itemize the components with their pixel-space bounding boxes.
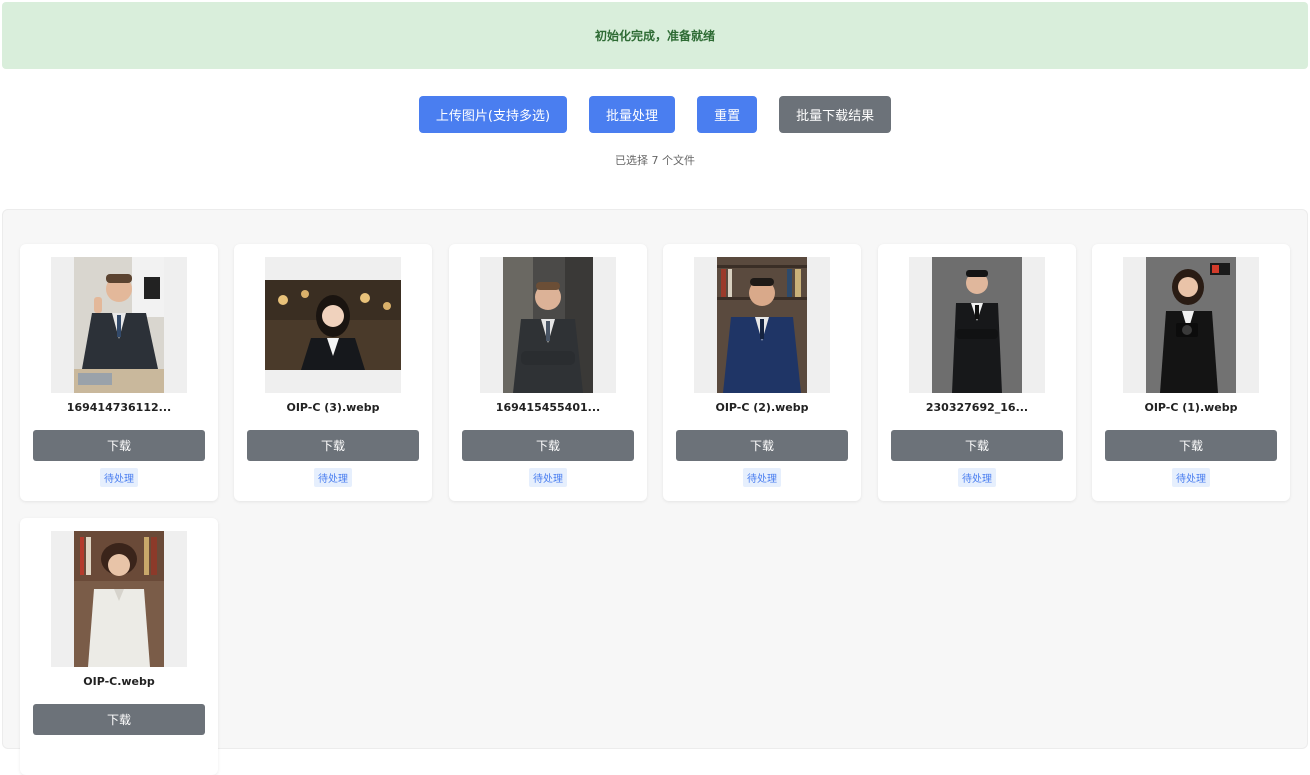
image-card: 169415455401... 下载 待处理 xyxy=(449,244,647,501)
image-thumbnail xyxy=(909,257,1045,393)
file-name: OIP-C.webp xyxy=(83,675,155,688)
image-thumbnail xyxy=(51,531,187,667)
batch-download-button[interactable]: 批量下载结果 xyxy=(779,96,892,133)
download-button[interactable]: 下载 xyxy=(33,430,205,461)
toolbar: 上传图片(支持多选) 批量处理 重置 批量下载结果 xyxy=(0,96,1310,133)
file-name: OIP-C (3).webp xyxy=(286,401,380,414)
status-badge: 待处理 xyxy=(743,468,781,487)
upload-images-button[interactable]: 上传图片(支持多选) xyxy=(418,96,568,133)
portrait-man-gray-bg-image xyxy=(932,257,1022,393)
selected-file-count: 已选择 7 个文件 xyxy=(615,154,695,167)
file-name: 169415455401... xyxy=(495,401,601,414)
download-button[interactable]: 下载 xyxy=(1105,430,1277,461)
image-gallery: 169414736112... 下载 待处理 OIP-C (3).webp 下载… xyxy=(2,209,1308,775)
download-button[interactable]: 下载 xyxy=(891,430,1063,461)
image-card: OIP-C (2).webp 下载 待处理 xyxy=(663,244,861,501)
download-button[interactable]: 下载 xyxy=(247,430,419,461)
portrait-man-bookshelf-image xyxy=(717,257,807,393)
reset-button[interactable]: 重置 xyxy=(697,96,758,133)
batch-process-button[interactable]: 批量处理 xyxy=(589,96,676,133)
image-thumbnail xyxy=(480,257,616,393)
image-card: OIP-C.webp 下载 xyxy=(20,518,218,775)
status-badge: 待处理 xyxy=(958,468,996,487)
image-thumbnail xyxy=(1123,257,1259,393)
image-card: 230327692_16... 下载 待处理 xyxy=(878,244,1076,501)
download-button[interactable]: 下载 xyxy=(676,430,848,461)
download-button[interactable]: 下载 xyxy=(33,704,205,735)
status-badge: 待处理 xyxy=(100,468,138,487)
portrait-man-thumbs-up-image xyxy=(74,257,164,393)
file-name: OIP-C (2).webp xyxy=(715,401,809,414)
file-name: 230327692_16... xyxy=(925,401,1029,414)
status-banner: 初始化完成，准备就绪 xyxy=(2,2,1308,69)
image-thumbnail xyxy=(51,257,187,393)
image-card: OIP-C (3).webp 下载 待处理 xyxy=(234,244,432,501)
file-name: 169414736112... xyxy=(66,401,172,414)
image-thumbnail xyxy=(265,257,401,393)
image-card: 169414736112... 下载 待处理 xyxy=(20,244,218,501)
portrait-woman-camera-image xyxy=(1146,257,1236,393)
status-message: 初始化完成，准备就绪 xyxy=(594,29,715,43)
image-thumbnail xyxy=(694,257,830,393)
portrait-woman-office-image xyxy=(265,280,401,370)
download-button[interactable]: 下载 xyxy=(462,430,634,461)
portrait-man-arms-crossed-image xyxy=(503,257,593,393)
status-badge: 待处理 xyxy=(1172,468,1210,487)
portrait-woman-bookshelf-image xyxy=(74,531,164,667)
file-name: OIP-C (1).webp xyxy=(1144,401,1238,414)
status-badge: 待处理 xyxy=(314,468,352,487)
image-card: OIP-C (1).webp 下载 待处理 xyxy=(1092,244,1290,501)
status-badge: 待处理 xyxy=(529,468,567,487)
